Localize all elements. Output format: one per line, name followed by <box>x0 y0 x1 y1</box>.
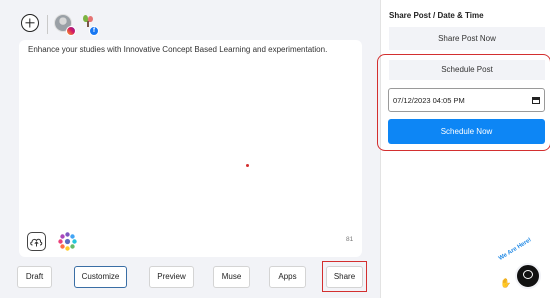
post-content[interactable]: Enhance your studies with Innovative Con… <box>28 45 327 54</box>
add-account-button[interactable] <box>21 14 39 32</box>
schedule-now-button[interactable]: Schedule Now <box>388 119 545 144</box>
customize-button[interactable]: Customize <box>74 266 127 288</box>
muse-button[interactable]: Muse <box>213 266 250 288</box>
divider <box>47 15 48 34</box>
share-panel-title: Share Post / Date & Time <box>389 11 484 20</box>
wave-hand-icon: ✋ <box>500 278 512 288</box>
datetime-value: 07/12/2023 04:05 PM <box>393 96 465 105</box>
cursor-marker <box>246 164 249 167</box>
facebook-icon: f <box>89 26 99 36</box>
instagram-icon <box>66 26 76 36</box>
character-count: 81 <box>346 236 354 243</box>
share-post-now-button[interactable]: Share Post Now <box>389 27 545 50</box>
apps-button[interactable]: Apps <box>269 266 306 288</box>
share-button-highlight <box>322 261 367 292</box>
chat-widget[interactable]: We Are Here! ✋ <box>498 237 550 298</box>
cloud-upload-icon <box>30 238 43 247</box>
preview-button[interactable]: Preview <box>149 266 194 288</box>
upload-media-button[interactable] <box>27 232 46 251</box>
composer-panel: f Enhance your studies with Innovative C… <box>0 0 371 298</box>
calendar-icon[interactable] <box>532 97 540 104</box>
schedule-post-option[interactable]: Schedule Post <box>389 60 545 80</box>
post-editor[interactable]: Enhance your studies with Innovative Con… <box>19 40 362 257</box>
ai-assistant-icon[interactable] <box>57 231 78 252</box>
draft-button[interactable]: Draft <box>17 266 52 288</box>
account-bar: f <box>0 0 371 40</box>
chat-icon[interactable] <box>515 263 541 289</box>
schedule-datetime-input[interactable]: 07/12/2023 04:05 PM <box>388 88 545 112</box>
